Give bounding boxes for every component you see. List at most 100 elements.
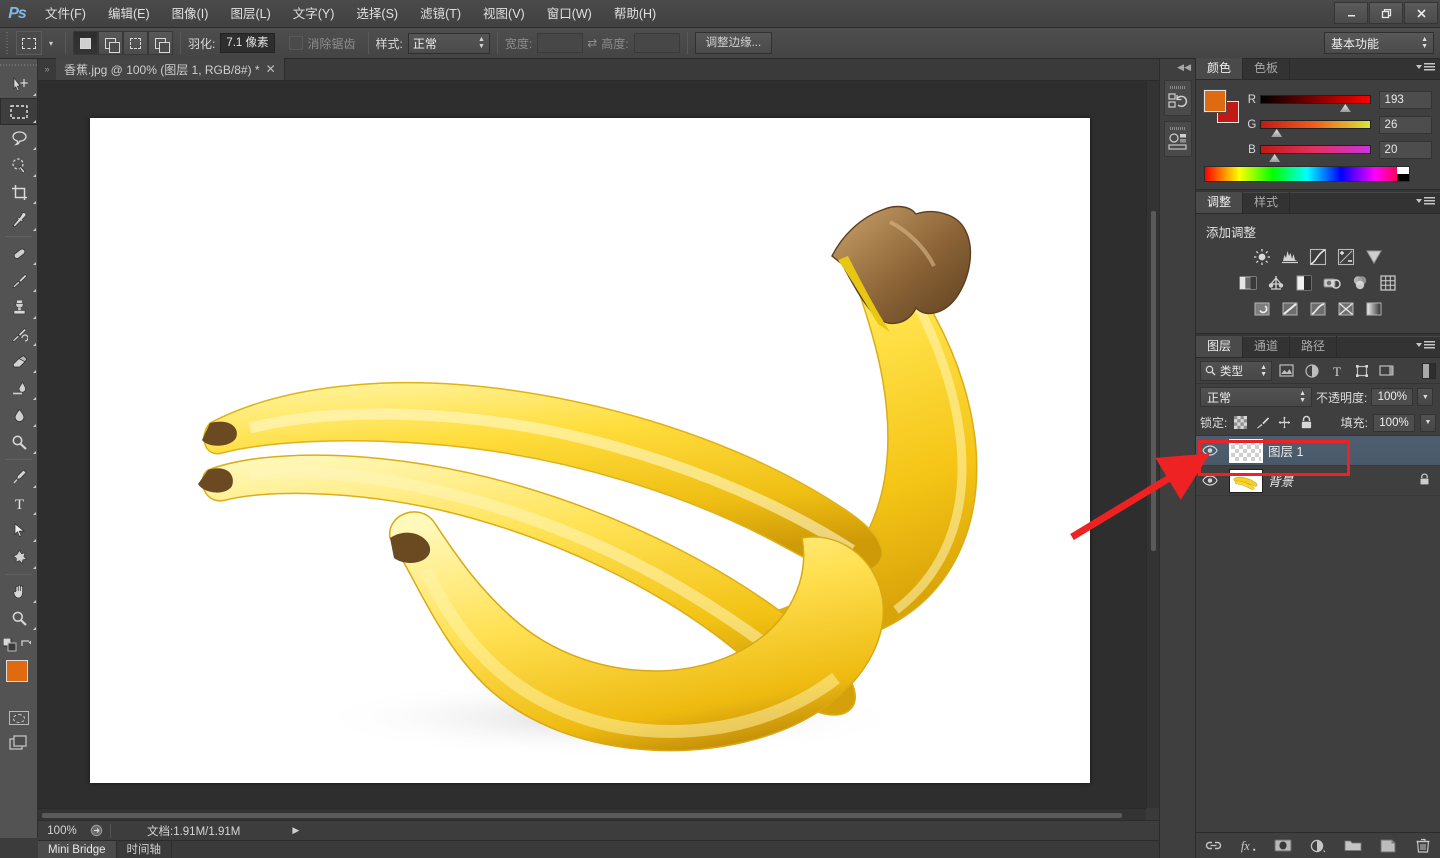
- table-row[interactable]: 图层 1: [1196, 436, 1440, 466]
- channel-value-b[interactable]: 20: [1379, 141, 1432, 159]
- menu-select[interactable]: 选择(S): [345, 0, 409, 28]
- tab-mini-bridge[interactable]: Mini Bridge: [38, 841, 117, 858]
- foreground-color-swatch[interactable]: [6, 660, 28, 682]
- filter-enable-toggle[interactable]: [1422, 363, 1436, 379]
- foreground-color-swatch[interactable]: [1204, 90, 1226, 112]
- width-input[interactable]: [537, 33, 583, 53]
- layer-visibility-toggle[interactable]: [1196, 445, 1224, 456]
- selective-color-icon[interactable]: [1337, 299, 1356, 318]
- photo-filter-icon[interactable]: [1323, 273, 1342, 292]
- panel-menu-button[interactable]: [1416, 63, 1435, 71]
- slider-knob-g[interactable]: [1271, 129, 1282, 137]
- scrollbar-thumb[interactable]: [42, 813, 1122, 818]
- height-input[interactable]: [634, 33, 680, 53]
- minimize-button[interactable]: [1334, 2, 1368, 24]
- tool-preset-chevron-down-icon[interactable]: ▾: [44, 39, 58, 48]
- current-tool-icon-marquee[interactable]: [16, 31, 42, 55]
- status-menu-arrow-icon[interactable]: ▶: [292, 825, 299, 836]
- hue-saturation-icon[interactable]: [1239, 273, 1258, 292]
- lock-position-icon[interactable]: [1276, 414, 1293, 431]
- channel-value-g[interactable]: 26: [1379, 116, 1432, 134]
- new-group-icon[interactable]: [1344, 837, 1362, 855]
- history-brush-tool[interactable]: [0, 321, 38, 348]
- clone-stamp-tool[interactable]: [0, 294, 38, 321]
- layer-name[interactable]: 背景: [1268, 471, 1293, 490]
- slider-knob-r[interactable]: [1340, 104, 1351, 112]
- menu-layer[interactable]: 图层(L): [219, 0, 281, 28]
- table-row[interactable]: 背景: [1196, 466, 1440, 496]
- pen-tool[interactable]: [0, 463, 38, 490]
- canvas-vertical-scrollbar[interactable]: [1146, 81, 1159, 808]
- lasso-tool[interactable]: [0, 125, 38, 152]
- restore-button[interactable]: [1369, 2, 1403, 24]
- layer-visibility-toggle[interactable]: [1196, 475, 1224, 486]
- menu-filter[interactable]: 滤镜(T): [409, 0, 472, 28]
- fill-chevron-down-icon[interactable]: ▼: [1420, 414, 1436, 432]
- swap-width-height-icon[interactable]: ⇄: [583, 36, 601, 50]
- channel-value-r[interactable]: 193: [1379, 91, 1432, 109]
- properties-panel-button[interactable]: [1164, 121, 1192, 157]
- subtract-from-selection-button[interactable]: [123, 31, 148, 55]
- move-tool[interactable]: [0, 71, 38, 98]
- layer-name[interactable]: 图层 1: [1268, 441, 1303, 460]
- shape-filter-icon[interactable]: [1351, 361, 1372, 381]
- eyedropper-tool[interactable]: [0, 206, 38, 233]
- smart-object-filter-icon[interactable]: [1376, 361, 1397, 381]
- tab-styles[interactable]: 样式: [1243, 192, 1290, 213]
- tab-layers[interactable]: 图层: [1196, 336, 1243, 357]
- slider-track-b[interactable]: [1260, 145, 1371, 154]
- workspace-selector[interactable]: 基本功能 ▲▼: [1324, 32, 1434, 54]
- menu-type[interactable]: 文字(Y): [282, 0, 346, 28]
- color-balance-icon[interactable]: [1267, 273, 1286, 292]
- slider-track-g[interactable]: [1260, 120, 1371, 129]
- brightness-contrast-icon[interactable]: [1253, 247, 1272, 266]
- invert-icon[interactable]: [1253, 299, 1272, 318]
- pixel-filter-icon[interactable]: [1276, 361, 1297, 381]
- tab-timeline[interactable]: 时间轴: [117, 841, 173, 858]
- color-lookup-icon[interactable]: [1379, 273, 1398, 292]
- blend-mode-select[interactable]: 正常 ▲▼: [1200, 387, 1312, 407]
- tab-paths[interactable]: 路径: [1290, 336, 1337, 357]
- hand-tool[interactable]: [0, 578, 38, 605]
- default-colors-icon[interactable]: [3, 638, 17, 654]
- antialias-checkbox[interactable]: [289, 36, 303, 50]
- blur-tool[interactable]: [0, 402, 38, 429]
- menu-help[interactable]: 帮助(H): [603, 0, 667, 28]
- slider-knob-b[interactable]: [1269, 154, 1280, 162]
- history-panel-button[interactable]: [1164, 80, 1192, 116]
- color-spectrum-bar[interactable]: [1204, 166, 1410, 182]
- channel-mixer-icon[interactable]: [1351, 273, 1370, 292]
- layer-thumbnail-cell[interactable]: [1224, 439, 1268, 463]
- crop-tool[interactable]: [0, 179, 38, 206]
- exposure-icon[interactable]: [1337, 247, 1356, 266]
- type-tool[interactable]: T: [0, 490, 38, 517]
- lock-pixels-icon[interactable]: [1254, 414, 1271, 431]
- slider-track-r[interactable]: [1260, 95, 1371, 104]
- options-bar-grip[interactable]: [4, 32, 12, 54]
- threshold-icon[interactable]: [1309, 299, 1328, 318]
- white-black-swatch[interactable]: [1397, 167, 1409, 181]
- close-icon[interactable]: ✕: [266, 63, 276, 75]
- eraser-tool[interactable]: [0, 348, 38, 375]
- adjustment-filter-icon[interactable]: [1301, 361, 1322, 381]
- fill-value[interactable]: 100%: [1373, 414, 1415, 432]
- brush-tool[interactable]: [0, 267, 38, 294]
- style-select[interactable]: 正常 ▲▼: [408, 33, 490, 54]
- intersect-selection-button[interactable]: [148, 31, 173, 55]
- vibrance-icon[interactable]: [1365, 247, 1384, 266]
- menu-image[interactable]: 图像(I): [161, 0, 220, 28]
- black-white-icon[interactable]: [1295, 273, 1314, 292]
- curves-icon[interactable]: [1309, 247, 1328, 266]
- lock-transparency-icon[interactable]: [1232, 414, 1249, 431]
- custom-shape-tool[interactable]: [0, 544, 38, 571]
- zoom-tool[interactable]: [0, 605, 38, 632]
- gradient-tool[interactable]: [0, 375, 38, 402]
- close-button[interactable]: [1404, 2, 1438, 24]
- canvas-area[interactable]: [38, 81, 1159, 820]
- zoom-level-field[interactable]: 100%: [38, 825, 86, 837]
- feather-input[interactable]: 7.1 像素: [220, 33, 274, 53]
- status-preview-icon[interactable]: [86, 824, 106, 837]
- new-adjustment-icon[interactable]: [1309, 837, 1327, 855]
- canvas-horizontal-scrollbar[interactable]: [38, 808, 1146, 820]
- artboard[interactable]: [90, 118, 1090, 783]
